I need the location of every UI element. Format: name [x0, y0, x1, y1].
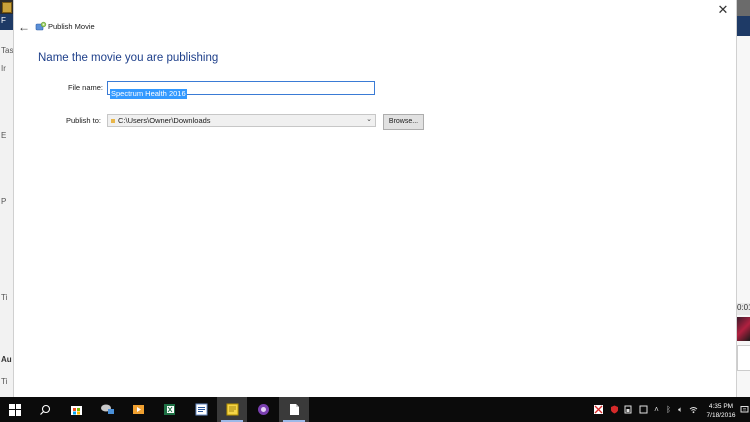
taskbar-clock[interactable]: 4:35 PM 7/18/2016	[704, 402, 738, 420]
background-text: P	[1, 197, 7, 206]
shield-icon[interactable]	[610, 405, 619, 414]
publish-movie-dialog: ✕ ← Publish Movie Name the movie you are…	[13, 0, 737, 397]
background-text: Ir	[1, 64, 6, 73]
bluetooth-icon[interactable]: ᛒ	[664, 405, 673, 414]
background-app-left-edge: F Tas Ir E P Ti Au Ti	[0, 0, 14, 397]
taskbar-notes[interactable]	[217, 397, 247, 422]
chevron-up-icon[interactable]: ˄	[652, 405, 661, 414]
sticky-notes-icon	[226, 403, 238, 416]
background-tab-label: Tas	[1, 46, 14, 55]
clock-date: 7/18/2016	[706, 412, 736, 419]
publish-movie-icon	[35, 21, 47, 31]
background-text: Ti	[1, 377, 8, 386]
publish-location-dropdown[interactable]: C:\Users\Owner\Downloads ⌄	[107, 114, 376, 127]
file-name-value: Spectrum Health 2016	[110, 89, 187, 99]
page-heading: Name the movie you are publishing	[38, 52, 219, 64]
background-text: E	[1, 131, 7, 140]
background-app-right-edge: 0:01:	[735, 0, 750, 397]
blank-document-icon	[289, 404, 299, 415]
search-button[interactable]	[30, 397, 60, 422]
background-titlebar	[735, 0, 750, 16]
taskbar-media-app[interactable]	[92, 397, 122, 422]
background-video-thumbnail	[737, 317, 750, 341]
background-text: Ti	[1, 293, 8, 302]
dialog-title: Publish Movie	[48, 22, 95, 31]
background-timecode: 0:01:	[737, 303, 750, 315]
file-name-label: File name:	[68, 83, 104, 92]
close-button[interactable]: ✕	[716, 3, 730, 17]
store-icon	[70, 406, 82, 415]
background-video-thumbnail	[737, 345, 750, 371]
search-icon	[40, 404, 51, 415]
back-button[interactable]: ←	[17, 20, 31, 34]
background-menu-letter: F	[1, 16, 6, 25]
wifi-icon[interactable]	[689, 405, 698, 414]
windows-logo-icon	[9, 403, 21, 416]
chevron-down-icon: ⌄	[366, 116, 372, 123]
battery-icon[interactable]	[624, 405, 633, 414]
taskbar-document-viewer[interactable]	[186, 397, 216, 422]
purple-app-icon	[257, 404, 269, 415]
document-viewer-icon	[195, 403, 207, 416]
browse-button[interactable]: Browse...	[383, 114, 424, 130]
notification-icon[interactable]	[740, 405, 749, 414]
start-button[interactable]	[0, 397, 30, 422]
taskbar-file-explorer[interactable]	[279, 397, 309, 422]
taskbar-spreadsheet[interactable]	[154, 397, 184, 422]
taskbar-store[interactable]	[61, 397, 91, 422]
publish-to-label: Publish to:	[66, 116, 102, 125]
clock-time: 4:35 PM	[708, 403, 734, 410]
security-icon[interactable]	[594, 405, 603, 414]
volume-icon[interactable]: 🔈︎	[676, 405, 685, 414]
taskbar-video-player[interactable]	[123, 397, 153, 422]
taskbar-purple-app[interactable]	[248, 397, 278, 422]
close-icon: ✕	[717, 2, 729, 17]
media-app-icon	[100, 404, 114, 414]
spreadsheet-icon	[163, 404, 175, 415]
back-arrow-icon: ←	[18, 20, 30, 34]
video-player-icon	[132, 405, 144, 414]
file-name-input[interactable]: Spectrum Health 2016	[107, 81, 375, 99]
background-menubar	[735, 16, 750, 36]
background-app-icon	[2, 2, 12, 13]
folder-icon	[111, 119, 115, 123]
device-icon[interactable]	[639, 405, 648, 414]
taskbar: ˄ ᛒ 🔈︎	[0, 397, 750, 422]
publish-location-value: C:\Users\Owner\Downloads	[118, 116, 211, 125]
background-text: Au	[1, 355, 12, 364]
